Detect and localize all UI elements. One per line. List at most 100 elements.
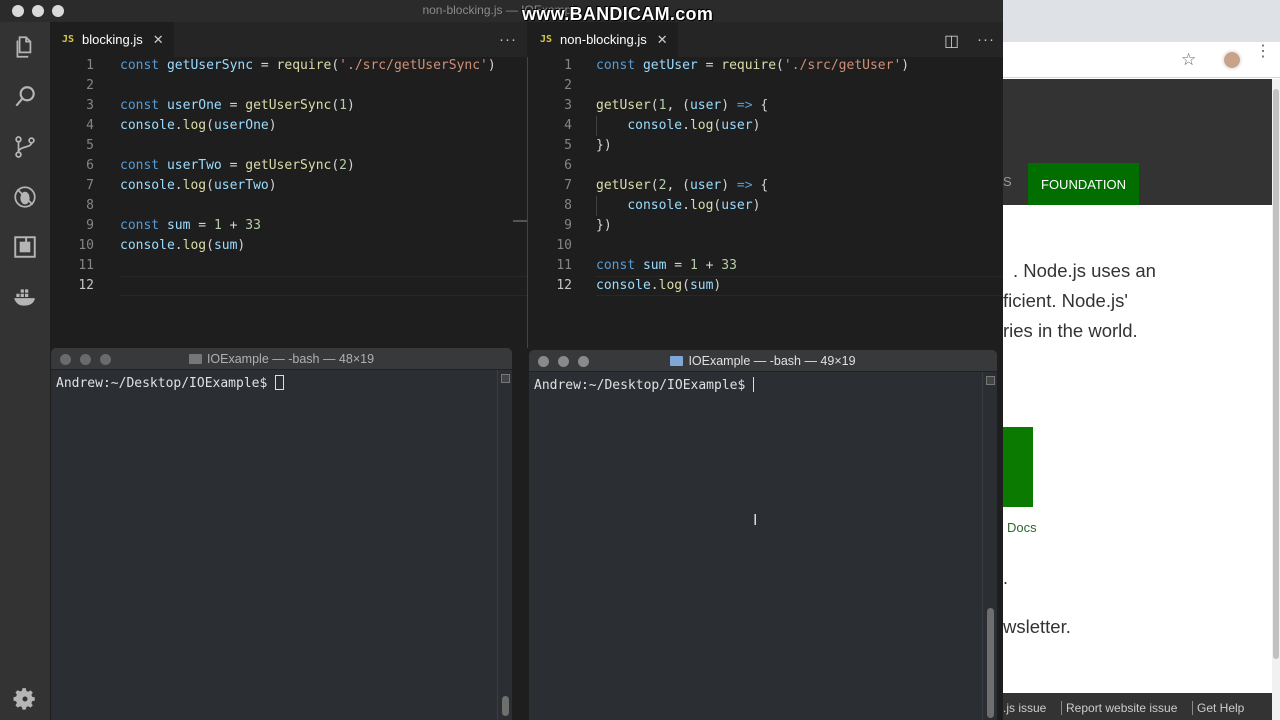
code-line[interactable]: const sum = 1 + 33 — [120, 216, 261, 236]
docs-link[interactable]: Docs — [1007, 520, 1037, 535]
line-number: 8 — [86, 198, 94, 213]
line-number: 5 — [86, 138, 94, 153]
terminal-scrollbar[interactable] — [497, 370, 512, 720]
close-icon[interactable]: ✕ — [657, 32, 668, 48]
line-number: 6 — [564, 158, 572, 173]
browser-scrollbar[interactable] — [1272, 79, 1280, 720]
line-number: 9 — [564, 218, 572, 233]
line-number: 10 — [78, 238, 94, 253]
prompt-text: Andrew:~/Desktop/IOExample$ — [534, 378, 754, 393]
code-line[interactable]: console.log(userTwo) — [120, 176, 277, 196]
download-button[interactable] — [1003, 427, 1033, 507]
line-number: 7 — [86, 178, 94, 193]
activity-bar — [0, 22, 50, 720]
line-number: 8 — [564, 198, 572, 213]
line-number: 7 — [564, 178, 572, 193]
window-title: non-blocking.js — IOExample — [422, 3, 581, 17]
code-line[interactable]: getUser(1, (user) => { — [596, 96, 768, 116]
terminal-window-right[interactable]: IOExample — -bash — 49×19 Andrew:~/Deskt… — [529, 350, 997, 720]
terminal-window-left[interactable]: IOExample — -bash — 48×19 Andrew:~/Deskt… — [51, 348, 512, 720]
code-line[interactable]: console.log(userOne) — [120, 116, 277, 136]
line-number: 2 — [564, 78, 572, 93]
debug-icon[interactable] — [10, 182, 40, 212]
code-line[interactable]: const userTwo = getUserSync(2) — [120, 156, 355, 176]
browser-window: ☆ ⋮ S FOUNDATION . Node.js uses an ficie… — [1003, 0, 1280, 720]
line-number: 12 — [556, 278, 572, 293]
code-line[interactable]: const getUserSync = require('./src/getUs… — [120, 56, 496, 76]
prompt-text: Andrew:~/Desktop/IOExample$ — [56, 376, 276, 391]
intro-text-line-3: ries in the world. — [1003, 320, 1138, 341]
line-number: 1 — [564, 58, 572, 73]
nav-item-foundation[interactable]: FOUNDATION — [1028, 163, 1139, 205]
footer-link-issue[interactable]: .js issue — [1003, 701, 1046, 715]
site-footer: .js issue Report website issue Get Help — [1003, 693, 1280, 720]
code-line[interactable]: getUser(2, (user) => { — [596, 176, 768, 196]
footer-link-report[interactable]: Report website issue — [1061, 701, 1177, 715]
intro-text-line-2: ficient. Node.js' — [1003, 290, 1128, 311]
footer-link-help[interactable]: Get Help — [1192, 701, 1244, 715]
terminal-body[interactable]: Andrew:~/Desktop/IOExample$ — [51, 370, 512, 720]
scrollbar-thumb[interactable] — [987, 608, 994, 718]
line-number: 6 — [86, 158, 94, 173]
current-line-highlight — [120, 276, 527, 296]
terminal-body[interactable]: Andrew:~/Desktop/IOExample$ I — [529, 372, 997, 720]
editor-pane-right: JS non-blocking.js ✕ ◫ ··· 1 const getUse… — [528, 22, 1003, 348]
line-number: 5 — [564, 138, 572, 153]
bookmark-star-icon[interactable]: ☆ — [1181, 50, 1196, 70]
line-number: 4 — [564, 118, 572, 133]
scrollbar-thumb[interactable] — [502, 696, 509, 716]
tab-blocking-js[interactable]: JS blocking.js ✕ — [50, 22, 174, 57]
editor-pane-left: JS blocking.js ✕ ··· 1 const getUserSync … — [50, 22, 527, 348]
line-number: 3 — [86, 98, 94, 113]
code-line[interactable]: const getUser = require('./src/getUser') — [596, 56, 909, 76]
source-control-icon[interactable] — [10, 132, 40, 162]
line-number: 2 — [86, 78, 94, 93]
files-icon[interactable] — [10, 32, 40, 62]
code-line[interactable]: console.log(user) — [596, 116, 760, 136]
profile-avatar[interactable] — [1222, 50, 1242, 70]
docker-icon[interactable] — [10, 282, 40, 312]
code-line[interactable]: }) — [596, 136, 612, 156]
line-number: 9 — [86, 218, 94, 233]
vscode-window: non-blocking.js — IOExample JS blocking.… — [0, 0, 1003, 720]
search-icon[interactable] — [10, 82, 40, 112]
editor-tabstrip-left: JS blocking.js ✕ ··· — [50, 22, 527, 57]
intro-text-line-1: . Node.js uses an — [1013, 260, 1156, 281]
scrollbar-marker — [513, 220, 527, 222]
split-editor-icon[interactable]: ◫ — [944, 31, 960, 51]
code-line[interactable]: console.log(sum) — [120, 236, 245, 256]
line-number: 3 — [564, 98, 572, 113]
shell-prompt: Andrew:~/Desktop/IOExample$ — [534, 377, 755, 393]
terminal-scrollbar[interactable] — [982, 372, 997, 720]
tab-label: non-blocking.js — [560, 32, 647, 47]
js-file-icon: JS — [540, 34, 553, 45]
js-file-icon: JS — [62, 34, 75, 45]
line-number: 11 — [556, 258, 572, 273]
text-cursor-icon: I — [753, 512, 758, 529]
extensions-icon[interactable] — [10, 232, 40, 262]
code-line[interactable]: }) — [596, 216, 612, 236]
code-line[interactable]: const userOne = getUserSync(1) — [120, 96, 355, 116]
line-number: 10 — [556, 238, 572, 253]
browser-menu-icon[interactable]: ⋮ — [1255, 44, 1271, 60]
close-icon[interactable]: ✕ — [153, 32, 164, 48]
shell-prompt: Andrew:~/Desktop/IOExample$ — [56, 375, 285, 391]
newsletter-text: wsletter. — [1003, 616, 1071, 637]
code-line[interactable]: const sum = 1 + 33 — [596, 256, 737, 276]
browser-tabbar — [1003, 0, 1280, 42]
line-number: 1 — [86, 58, 94, 73]
terminal-titlebar: IOExample — -bash — 48×19 — [51, 348, 512, 370]
terminal-titlebar: IOExample — -bash — 49×19 — [529, 350, 997, 372]
more-actions-icon[interactable]: ··· — [499, 31, 517, 48]
terminal-cursor — [753, 377, 755, 392]
tab-non-blocking-js[interactable]: JS non-blocking.js ✕ — [528, 22, 678, 57]
settings-gear-icon[interactable] — [10, 684, 40, 714]
nav-item-partial[interactable]: S — [1003, 174, 1012, 189]
tab-label: blocking.js — [82, 32, 143, 47]
code-line[interactable]: console.log(sum) — [596, 276, 721, 296]
code-line[interactable]: console.log(user) — [596, 196, 760, 216]
scrollbar-button[interactable] — [986, 376, 995, 385]
terminal-title: IOExample — -bash — 49×19 — [688, 354, 856, 368]
scrollbar-button[interactable] — [501, 374, 510, 383]
more-actions-icon[interactable]: ··· — [977, 31, 995, 48]
